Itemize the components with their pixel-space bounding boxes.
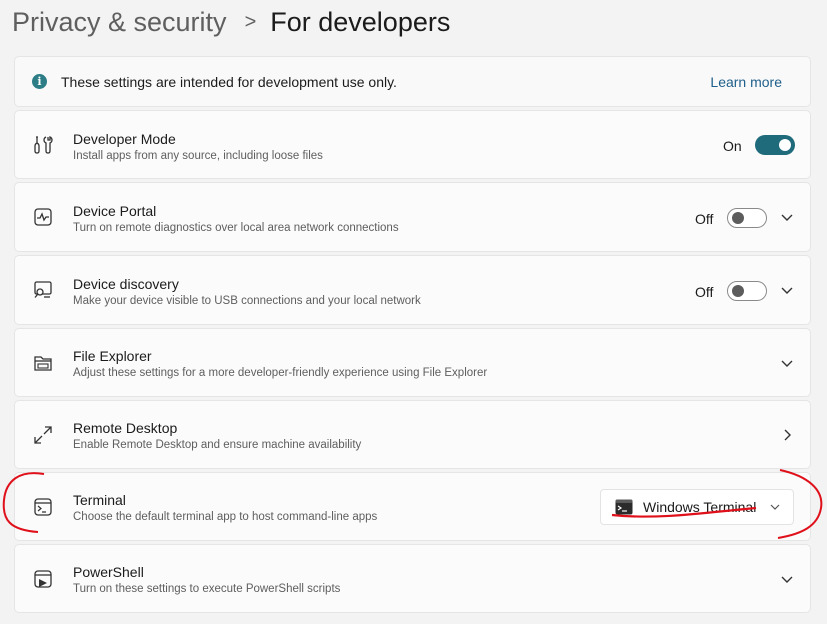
developer-mode-desc: Install apps from any source, including … (73, 150, 323, 162)
device-portal-toggle[interactable] (727, 208, 767, 228)
device-discovery-desc: Make your device visible to USB connecti… (73, 295, 421, 307)
toggle-knob (779, 139, 791, 151)
remote-desktop-desc: Enable Remote Desktop and ensure machine… (73, 439, 362, 451)
terminal-desc: Choose the default terminal app to host … (73, 511, 378, 523)
file-explorer-row[interactable]: File Explorer Adjust these settings for … (14, 328, 811, 397)
toggle-knob (732, 285, 744, 297)
device-portal-row[interactable]: Device Portal Turn on remote diagnostics… (14, 182, 811, 252)
chevron-right-icon[interactable] (780, 428, 794, 442)
device-discovery-toggle[interactable] (727, 281, 767, 301)
chevron-down-icon[interactable] (780, 572, 794, 586)
device-portal-icon (34, 208, 52, 226)
device-discovery-row[interactable]: Device discovery Make your device visibl… (14, 255, 811, 325)
folder-icon (34, 355, 52, 371)
device-portal-desc: Turn on remote diagnostics over local ar… (73, 222, 399, 234)
powershell-icon (34, 569, 52, 588)
info-bar: i These settings are intended for develo… (14, 56, 811, 107)
breadcrumb: Privacy & security > For developers (12, 2, 450, 42)
terminal-title: Terminal (73, 492, 126, 508)
file-explorer-title: File Explorer (73, 348, 152, 364)
info-icon: i (32, 74, 47, 89)
developer-mode-title: Developer Mode (73, 131, 176, 147)
remote-desktop-title: Remote Desktop (73, 420, 178, 436)
file-explorer-desc: Adjust these settings for a more develop… (73, 367, 488, 379)
developer-mode-toggle[interactable] (755, 135, 795, 155)
powershell-desc: Turn on these settings to execute PowerS… (73, 583, 341, 595)
developer-tools-icon (34, 135, 53, 154)
powershell-title: PowerShell (73, 564, 144, 580)
terminal-app-dropdown[interactable]: Windows Terminal (600, 489, 794, 525)
breadcrumb-parent[interactable]: Privacy & security (12, 7, 227, 38)
chevron-down-icon[interactable] (780, 210, 794, 224)
page-title: For developers (270, 6, 451, 37)
chevron-down-icon (770, 504, 780, 510)
powershell-row[interactable]: PowerShell Turn on these settings to exe… (14, 544, 811, 613)
developer-mode-state: On (723, 138, 742, 154)
windows-terminal-icon (615, 499, 633, 515)
device-discovery-title: Device discovery (73, 276, 179, 292)
terminal-icon (34, 497, 52, 516)
device-portal-state: Off (695, 211, 714, 227)
toggle-knob (732, 212, 744, 224)
info-text: These settings are intended for developm… (61, 74, 397, 90)
chevron-down-icon[interactable] (780, 356, 794, 370)
terminal-selected-value: Windows Terminal (643, 499, 757, 515)
chevron-down-icon[interactable] (780, 283, 794, 297)
remote-desktop-row[interactable]: Remote Desktop Enable Remote Desktop and… (14, 400, 811, 469)
remote-desktop-icon (34, 425, 52, 444)
learn-more-link[interactable]: Learn more (710, 74, 782, 90)
terminal-row: Terminal Choose the default terminal app… (14, 472, 811, 541)
device-discovery-state: Off (695, 284, 714, 300)
developer-mode-row: Developer Mode Install apps from any sou… (14, 110, 811, 179)
device-portal-title: Device Portal (73, 203, 157, 219)
breadcrumb-separator: > (244, 10, 257, 33)
device-discovery-icon (34, 281, 52, 298)
